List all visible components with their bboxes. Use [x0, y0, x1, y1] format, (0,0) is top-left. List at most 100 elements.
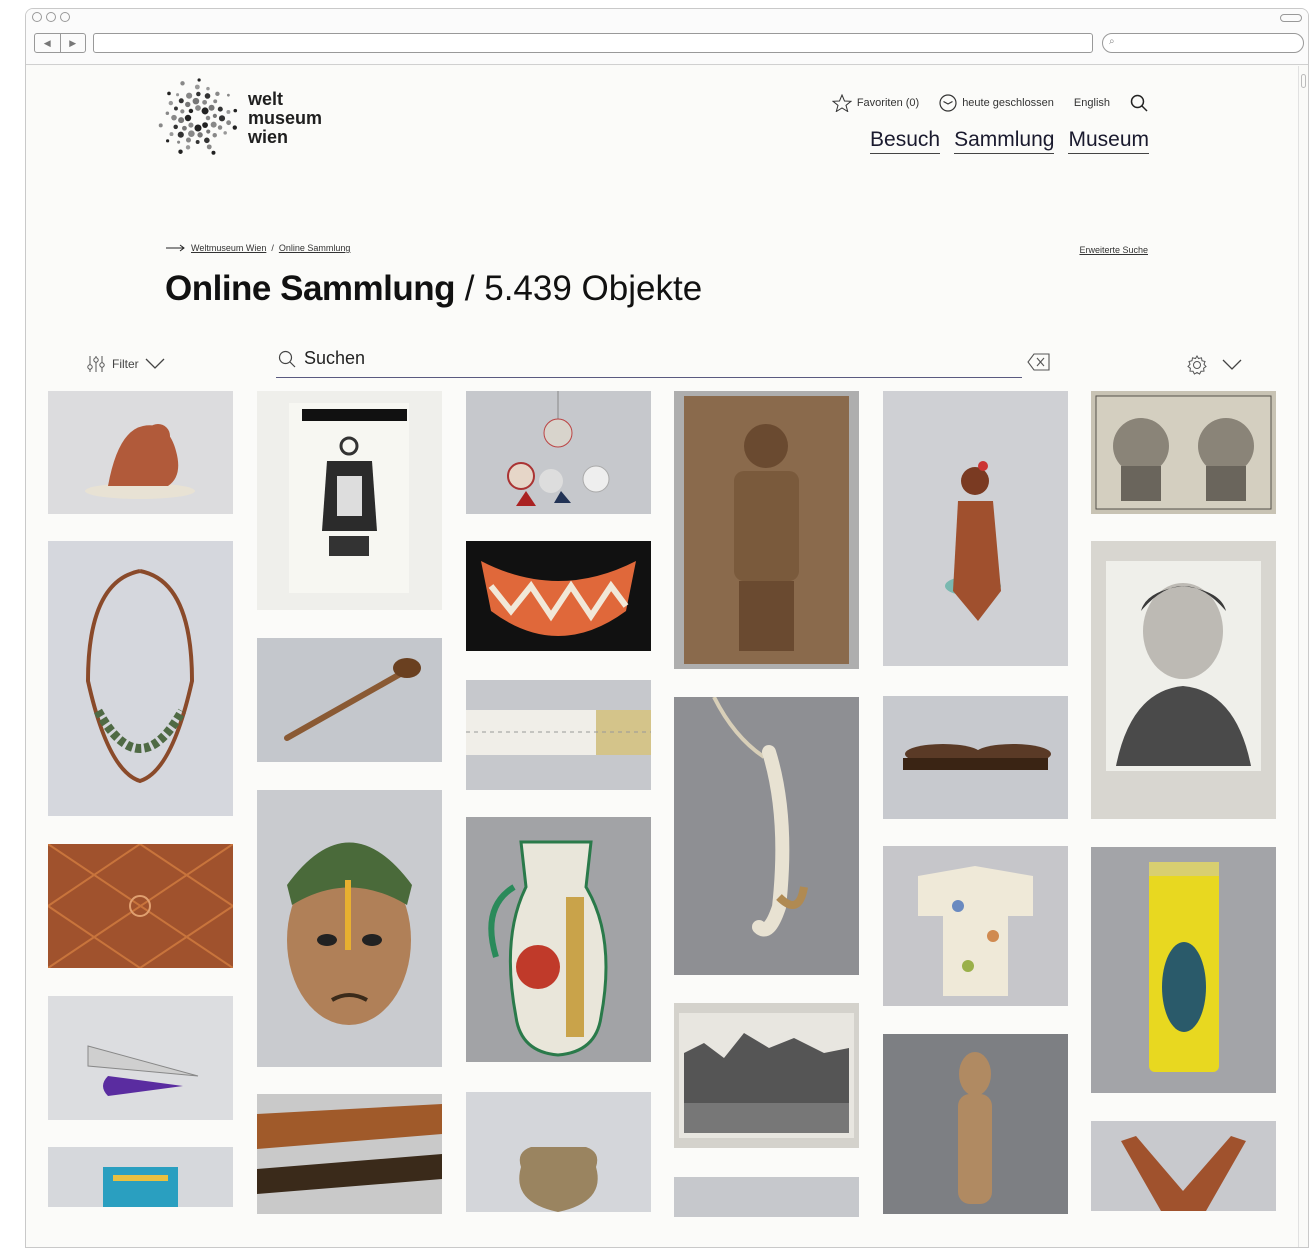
chevron-down-icon [145, 358, 165, 369]
gallery-item-ceramic-pot[interactable] [466, 1092, 651, 1212]
gallery-item-feather-collar[interactable] [466, 541, 651, 651]
gallery-item-kneeling-figure[interactable] [883, 391, 1068, 666]
language-switch[interactable]: English [1074, 97, 1110, 109]
object-thumbnail [48, 844, 233, 968]
forward-button[interactable]: ▶ [61, 34, 86, 52]
arrow-right-icon [166, 244, 185, 252]
breadcrumb-home[interactable]: Weltmuseum Wien [191, 243, 266, 253]
maximize-window-button[interactable] [60, 12, 70, 22]
object-thumbnail [1121, 1136, 1246, 1211]
favorites-label: Favoriten (0) [856, 97, 920, 109]
nav-visit[interactable]: Besuch [870, 128, 941, 154]
object-thumbnail [712, 697, 808, 937]
object-thumbnail [1095, 395, 1272, 510]
browser-titlebar: ◀ ▶ ⌕ [26, 9, 1308, 65]
page: welt museum wien Favoriten (0) heute ges… [26, 66, 1298, 1247]
object-thumbnail [679, 1013, 854, 1138]
browser-search-icon: ⌕ [1109, 36, 1115, 47]
page-title: Online Sammlung / 5.439 Objekte [165, 269, 702, 309]
logo-line-2: museum [248, 108, 323, 128]
sliders-icon [87, 356, 105, 372]
object-thumbnail [85, 569, 195, 784]
clear-search-button[interactable] [1027, 352, 1051, 377]
object-thumbnail [519, 1147, 598, 1212]
gallery-item-wooden-fork[interactable] [1091, 1121, 1276, 1211]
nav-collection[interactable]: Sammlung [954, 128, 1055, 154]
close-window-button[interactable] [32, 12, 42, 22]
filter-label: Filter [112, 357, 139, 371]
gallery-item-wooden-tray[interactable] [883, 696, 1068, 819]
gallery-item-lantern-photo[interactable] [257, 391, 442, 610]
object-thumbnail [103, 1167, 178, 1207]
object-thumbnail [674, 1177, 859, 1217]
gallery-item-painted-jug[interactable] [466, 817, 651, 1062]
breadcrumb-current[interactable]: Online Sammlung [279, 243, 351, 253]
back-button[interactable]: ◀ [35, 34, 61, 52]
gallery-item-necklace[interactable] [48, 541, 233, 816]
gallery-item-pendants[interactable] [466, 391, 651, 514]
page-title-separator: / [455, 269, 485, 308]
gallery-item-bronze-plaque[interactable] [674, 391, 859, 669]
gallery-item-grey-item[interactable] [674, 1177, 859, 1217]
object-thumbnail [481, 561, 636, 636]
gallery-item-pipe[interactable] [257, 638, 442, 762]
search-icon [278, 350, 296, 368]
clock-icon [939, 94, 957, 112]
logo[interactable]: welt museum wien [146, 74, 346, 170]
gear-icon [1187, 355, 1207, 375]
gallery-item-tweezers-tool[interactable] [48, 996, 233, 1120]
site-search-button[interactable] [1130, 94, 1148, 112]
gallery-item-candle-jar[interactable] [1091, 847, 1276, 1093]
object-thumbnail [945, 461, 1001, 621]
gallery-item-woman-portrait[interactable] [1091, 541, 1276, 819]
gallery-item-city-photo[interactable] [674, 1003, 859, 1148]
browser-search-field[interactable]: ⌕ [1102, 33, 1304, 53]
toolbar-toggle-button[interactable] [1280, 14, 1302, 22]
object-thumbnail [507, 391, 610, 506]
backspace-icon [1027, 353, 1050, 371]
favorites-link[interactable]: Favoriten (0) [831, 94, 920, 112]
scrollbar-thumb[interactable] [1301, 74, 1306, 88]
breadcrumb: Weltmuseum Wien / Online Sammlung [166, 243, 350, 253]
logo-dots-icon [158, 78, 238, 155]
object-thumbnail [87, 1045, 199, 1096]
logo-line-1: welt [248, 89, 284, 109]
history-buttons: ◀ ▶ [34, 33, 86, 53]
breadcrumb-separator: / [271, 243, 274, 253]
main-navigation: Besuch Sammlung Museum [870, 128, 1149, 154]
collection-search-input[interactable]: Suchen [276, 342, 1022, 378]
gallery-item-textile-pattern[interactable] [48, 844, 233, 968]
gallery-item-woven-cloth[interactable] [257, 1094, 442, 1214]
gallery-item-beaded-item[interactable] [48, 1147, 233, 1207]
object-thumbnail [684, 396, 849, 664]
minimize-window-button[interactable] [46, 12, 56, 22]
window-controls [32, 12, 70, 22]
nav-museum[interactable]: Museum [1068, 128, 1149, 154]
page-scrollbar[interactable] [1298, 66, 1308, 1247]
view-settings-button[interactable] [1186, 354, 1242, 376]
chevron-down-icon [1222, 359, 1242, 370]
gallery-item-engraving-portraits[interactable] [1091, 391, 1276, 514]
object-thumbnail [903, 744, 1051, 770]
gallery-item-bone-hook[interactable] [674, 697, 859, 975]
browser-window: ◀ ▶ ⌕ welt museum wien Favoriten (0) heu… [25, 8, 1309, 1248]
object-thumbnail [257, 1104, 442, 1194]
gallery-item-scroll[interactable] [466, 680, 651, 790]
object-count: 5.439 Objekte [484, 269, 703, 308]
object-thumbnail [1149, 862, 1219, 1072]
opening-status[interactable]: heute geschlossen [939, 94, 1054, 112]
gallery-item-figure-terracotta[interactable] [48, 391, 233, 514]
filter-button[interactable]: Filter [86, 354, 165, 374]
logo-wordmark: welt museum wien [248, 90, 322, 147]
language-label: English [1073, 97, 1110, 109]
object-thumbnail [488, 840, 608, 1057]
gallery-item-clay-figure[interactable] [883, 1034, 1068, 1214]
logo-line-3: wien [248, 127, 289, 147]
advanced-search-link[interactable]: Erweiterte Suche [1079, 245, 1148, 255]
object-thumbnail [918, 866, 1033, 996]
gallery-item-kimono[interactable] [883, 846, 1068, 1006]
address-bar[interactable] [93, 33, 1093, 53]
gallery-item-turban-head[interactable] [257, 790, 442, 1067]
opening-status-label: heute geschlossen [962, 97, 1054, 109]
object-thumbnail [287, 842, 412, 1025]
